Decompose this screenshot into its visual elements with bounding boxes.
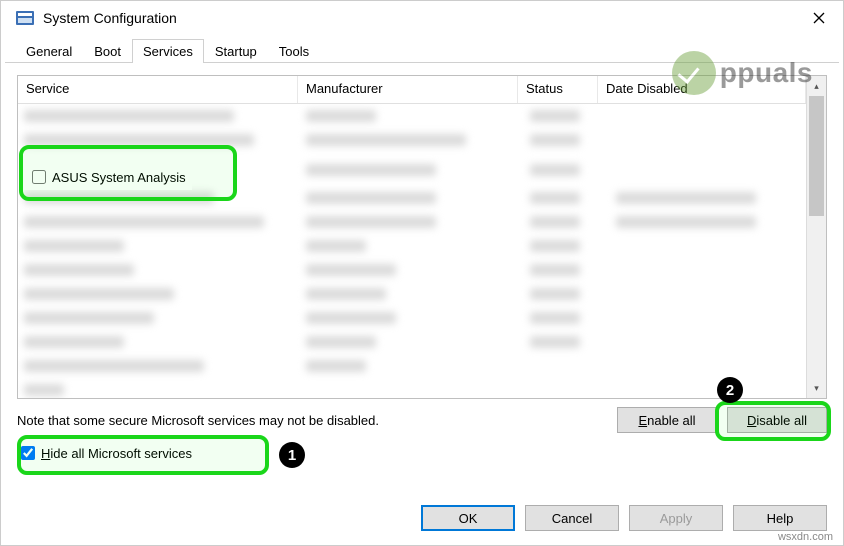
tab-general[interactable]: General: [15, 39, 83, 63]
scroll-up-icon[interactable]: ▴: [807, 76, 826, 96]
service-row-asus[interactable]: ASUS System Analysis: [22, 164, 192, 190]
tab-services[interactable]: Services: [132, 39, 204, 63]
apply-button[interactable]: Apply: [629, 505, 723, 531]
tab-boot[interactable]: Boot: [83, 39, 132, 63]
dialog-buttons: OK Cancel Apply Help: [421, 505, 827, 531]
tab-strip: General Boot Services Startup Tools: [1, 35, 843, 63]
window-title: System Configuration: [43, 10, 177, 26]
cancel-button[interactable]: Cancel: [525, 505, 619, 531]
close-button[interactable]: [799, 1, 839, 35]
header-service[interactable]: Service: [18, 76, 298, 103]
scroll-thumb[interactable]: [809, 96, 824, 216]
ok-button[interactable]: OK: [421, 505, 515, 531]
header-manufacturer[interactable]: Manufacturer: [298, 76, 518, 103]
enable-all-button[interactable]: Enable all: [617, 407, 717, 433]
watermark-footer: wsxdn.com: [778, 531, 833, 543]
service-name-asus: ASUS System Analysis: [52, 170, 186, 185]
vertical-scrollbar[interactable]: ▴ ▾: [806, 76, 826, 398]
disable-all-button[interactable]: Disable all: [727, 407, 827, 433]
list-body[interactable]: ASUS System Analysis: [18, 104, 806, 398]
service-checkbox-asus[interactable]: [32, 170, 46, 184]
hide-microsoft-label[interactable]: Hide all Microsoft services: [41, 446, 192, 461]
header-date-disabled[interactable]: Date Disabled: [598, 76, 806, 103]
scroll-down-icon[interactable]: ▾: [807, 378, 826, 398]
title-bar: System Configuration: [1, 1, 843, 35]
note-text: Note that some secure Microsoft services…: [17, 413, 607, 428]
msconfig-icon: [15, 8, 35, 28]
services-list: Service Manufacturer Status Date Disable…: [17, 75, 827, 399]
header-status[interactable]: Status: [518, 76, 598, 103]
hide-microsoft-checkbox[interactable]: [21, 446, 35, 460]
tab-tools[interactable]: Tools: [268, 39, 320, 63]
column-headers: Service Manufacturer Status Date Disable…: [18, 76, 806, 104]
help-button[interactable]: Help: [733, 505, 827, 531]
tab-startup[interactable]: Startup: [204, 39, 268, 63]
scroll-track[interactable]: [807, 96, 826, 378]
